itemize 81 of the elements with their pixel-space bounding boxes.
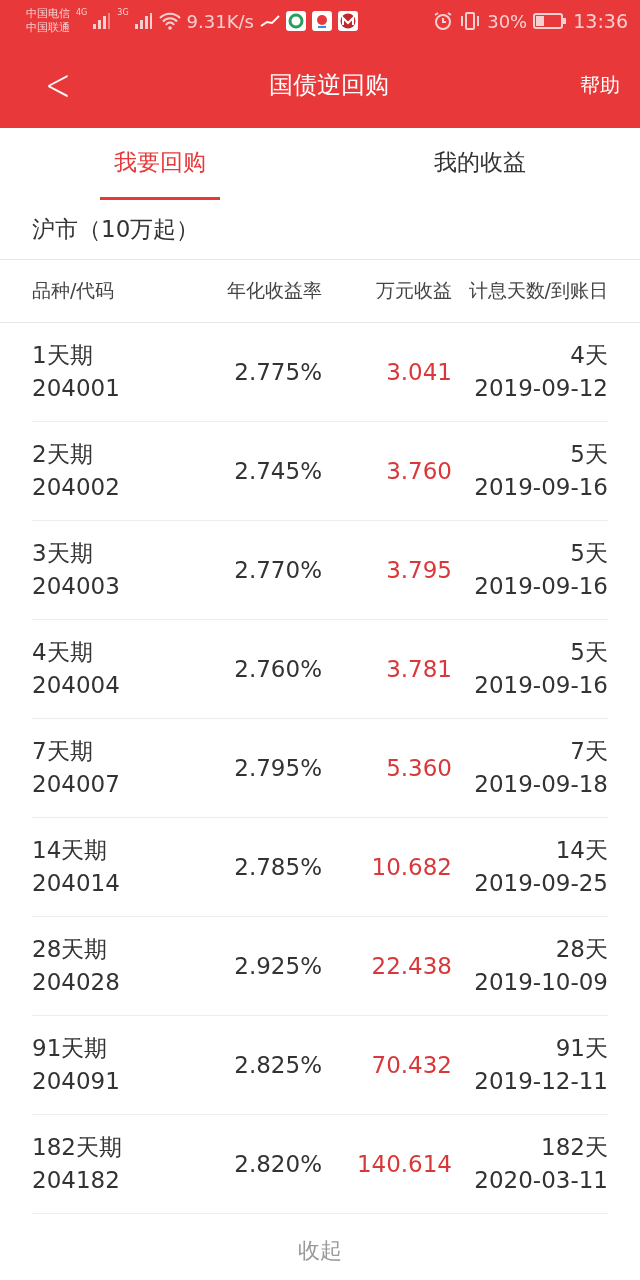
product-code: 204014: [32, 869, 121, 898]
income-value: 3.795: [385, 555, 452, 585]
arrival-date: 2019-09-16: [474, 671, 608, 700]
vibrate-icon: [459, 11, 482, 31]
annual-rate: 2.820%: [233, 1149, 322, 1179]
bank-logo-icon: [337, 11, 358, 31]
income-value: 140.614: [355, 1149, 452, 1179]
market-label: 沪市（10万起）: [32, 215, 200, 244]
page-title: 国债逆回购: [268, 70, 390, 101]
product-name: 3天期: [32, 539, 94, 568]
column-header: 万元收益: [375, 278, 452, 303]
arrival-date: 2019-09-16: [474, 572, 608, 601]
arrival-date: 2019-09-25: [474, 869, 608, 898]
product-code: 204002: [32, 473, 121, 502]
income-value: 70.432: [370, 1050, 452, 1080]
annual-rate: 2.825%: [233, 1050, 322, 1080]
arrival-date: 2020-03-11: [474, 1166, 608, 1195]
product-name: 91天期: [32, 1034, 109, 1063]
carrier-name: 中国电信: [26, 7, 70, 21]
annual-rate: 2.925%: [233, 951, 322, 981]
product-code: 204028: [32, 968, 121, 997]
product-name: 2天期: [32, 440, 94, 469]
product-name: 182天期: [32, 1133, 123, 1162]
product-code: 204004: [32, 671, 121, 700]
interest-days: 5天: [570, 537, 608, 570]
annual-rate: 2.775%: [233, 357, 322, 387]
help-button[interactable]: 帮助: [580, 71, 620, 99]
annual-rate: 2.795%: [233, 753, 322, 783]
income-value: 3.041: [385, 357, 452, 387]
data-icon: [259, 15, 280, 27]
income-value: 22.438: [370, 951, 452, 981]
arrival-date: 2019-09-12: [474, 374, 608, 403]
tab[interactable]: 我的收益: [320, 128, 640, 200]
map-pin-icon: [311, 11, 332, 31]
interest-days: 14天: [555, 834, 608, 867]
product-name: 28天期: [32, 935, 109, 964]
arrival-date: 2019-09-16: [474, 473, 608, 502]
product-name: 4天期: [32, 638, 94, 667]
product-code: 204182: [32, 1166, 121, 1195]
interest-days: 91天: [555, 1032, 608, 1065]
annual-rate: 2.770%: [233, 555, 322, 585]
product-code: 204007: [32, 770, 121, 799]
interest-days: 28天: [555, 933, 608, 966]
wifi-icon: [158, 12, 181, 30]
interest-days: 4天: [570, 339, 608, 372]
product-name: 1天期: [32, 341, 94, 370]
signal-icon: [93, 13, 112, 29]
interest-days: 182天: [541, 1131, 608, 1164]
income-value: 3.760: [385, 456, 452, 486]
clock: 13:36: [573, 10, 628, 32]
network-label: 3G: [117, 8, 129, 17]
arrival-date: 2019-09-18: [474, 770, 608, 799]
carrier-name: 中国联通: [26, 21, 70, 35]
income-value: 5.360: [385, 753, 452, 783]
back-button[interactable]: <: [44, 63, 72, 107]
product-code: 204001: [32, 374, 121, 403]
interest-days: 5天: [570, 636, 608, 669]
network-speed: 9.31K/s: [186, 10, 254, 32]
tab[interactable]: 我要回购: [0, 128, 320, 200]
battery-icon: [533, 12, 568, 30]
column-header: 品种/代码: [32, 278, 116, 303]
annual-rate: 2.745%: [233, 456, 322, 486]
network-label: 4G: [76, 8, 88, 17]
arrival-date: 2019-10-09: [474, 968, 608, 997]
arrival-date: 2019-12-11: [474, 1067, 608, 1096]
product-code: 204091: [32, 1067, 121, 1096]
interest-days: 5天: [570, 438, 608, 471]
interest-days: 7天: [570, 735, 608, 768]
annual-rate: 2.760%: [233, 654, 322, 684]
battery-percent: 30%: [487, 10, 528, 32]
income-value: 10.682: [370, 852, 452, 882]
product-code: 204003: [32, 572, 121, 601]
app-icon: [285, 11, 306, 31]
product-name: 7天期: [32, 737, 94, 766]
income-value: 3.781: [385, 654, 452, 684]
annual-rate: 2.785%: [233, 852, 322, 882]
product-name: 14天期: [32, 836, 109, 865]
signal-icon: [134, 13, 153, 29]
column-header: 年化收益率: [226, 278, 322, 303]
column-header: 计息天数/到账日: [467, 278, 608, 303]
alarm-icon: [433, 11, 454, 31]
